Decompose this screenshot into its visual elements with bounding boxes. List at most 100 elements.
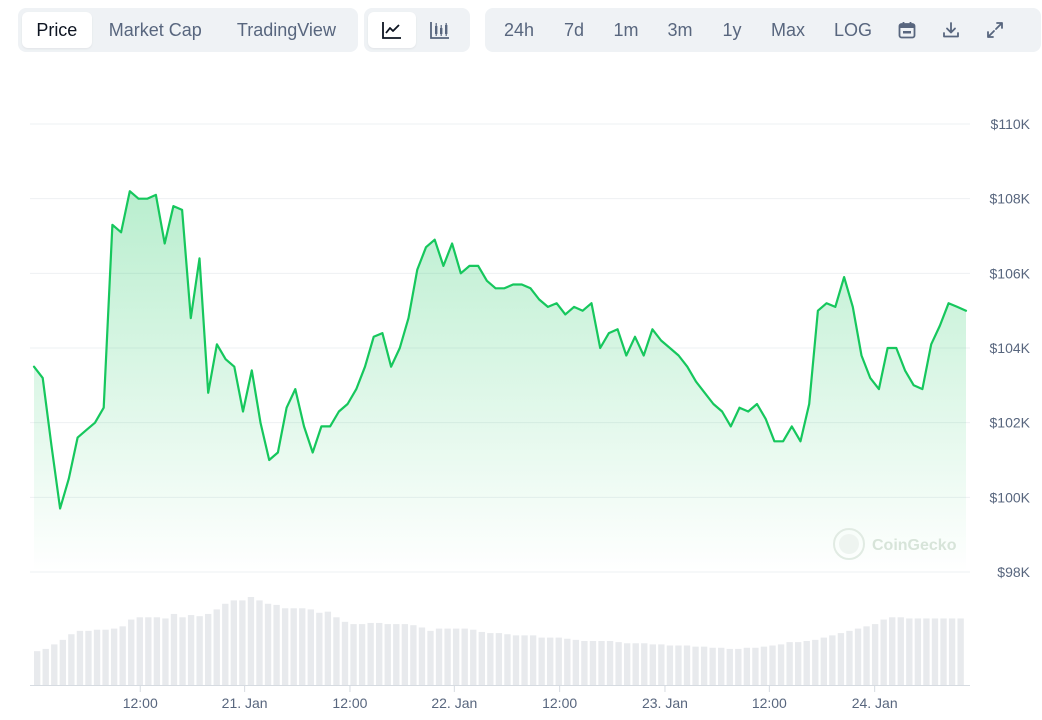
x-axis: 12:00 21. Jan 12:00 22. Jan 12:00 23. Jan 12:0…: [30, 685, 970, 711]
volume-bar: [931, 618, 939, 685]
volume-bar: [589, 641, 597, 685]
calendar-icon: [898, 22, 916, 39]
x-tick-label: 12:00: [752, 695, 787, 711]
candlestick-chart-icon: [430, 22, 449, 39]
volume-bar: [854, 628, 862, 685]
tab-price[interactable]: Price: [22, 12, 92, 48]
chart-tab-group: Price Market Cap TradingView: [18, 8, 358, 52]
tab-market-cap[interactable]: Market Cap: [92, 12, 219, 48]
volume-bar: [264, 603, 272, 685]
volume-bar: [743, 647, 751, 685]
x-tick-label: 21. Jan: [222, 695, 268, 711]
volume-bar: [598, 641, 605, 685]
volume-bar: [341, 621, 349, 685]
volume-bar: [196, 616, 203, 685]
range-1y-button[interactable]: 1y: [709, 12, 755, 48]
range-7d-button[interactable]: 7d: [547, 12, 601, 48]
volume-bar: [623, 643, 631, 685]
volume-bar: [794, 642, 802, 685]
volume-bar: [829, 635, 836, 685]
volume-bar: [247, 597, 255, 685]
volume-bar: [222, 603, 229, 685]
volume-bar: [110, 628, 118, 685]
volume-bar: [564, 638, 571, 685]
range-24h-button[interactable]: 24h: [491, 12, 547, 48]
volume-bar: [521, 635, 528, 685]
range-max-button[interactable]: Max: [755, 12, 821, 48]
volume-bar: [897, 617, 904, 685]
volume-bar: [418, 627, 426, 685]
volume-bar: [692, 646, 699, 685]
volume-bar: [529, 635, 537, 685]
log-scale-button[interactable]: LOG: [821, 12, 885, 48]
volume-bar: [452, 628, 460, 685]
volume-bar: [700, 646, 708, 685]
volume-bar: [504, 634, 511, 685]
volume-bar: [632, 643, 639, 685]
volume-bar: [384, 624, 391, 685]
volume-bars: [34, 597, 964, 685]
y-axis-labels: $110K $108K $106K $104K $102K $100K $98K: [990, 116, 1031, 580]
volume-bar: [85, 630, 92, 685]
volume-bar: [205, 613, 212, 685]
volume-bar: [735, 648, 742, 685]
volume-bar: [871, 624, 879, 685]
y-tick-label: $98K: [997, 564, 1030, 580]
x-tick-label: 22. Jan: [431, 695, 477, 711]
volume-bar: [136, 617, 143, 685]
volume-bar: [316, 612, 323, 685]
volume-bar: [769, 645, 776, 685]
price-area-fill: [34, 191, 966, 572]
volume-bar: [239, 600, 246, 685]
watermark-text: CoinGecko: [872, 537, 957, 554]
volume-bar: [786, 642, 793, 685]
volume-bar: [358, 624, 366, 685]
volume-bar: [119, 626, 126, 685]
volume-bar: [846, 630, 853, 685]
volume-bar: [102, 629, 109, 685]
volume-bar: [812, 639, 819, 685]
range-1m-button[interactable]: 1m: [601, 12, 651, 48]
volume-bar: [307, 609, 314, 685]
y-tick-label: $110K: [991, 116, 1031, 132]
calendar-button[interactable]: [885, 12, 929, 48]
volume-bar: [777, 644, 785, 685]
range-group: 24h 7d 1m 3m 1y Max LOG: [485, 8, 1041, 52]
x-tick-label: 12:00: [542, 695, 577, 711]
x-tick-label: 12:00: [123, 695, 158, 711]
volume-bar: [658, 644, 665, 685]
fullscreen-button[interactable]: [973, 12, 1017, 48]
candlestick-chart-button[interactable]: [416, 12, 464, 48]
volume-bar: [572, 639, 580, 685]
volume-bar: [93, 629, 101, 685]
line-chart-button[interactable]: [368, 12, 416, 48]
volume-bar: [230, 600, 238, 685]
volume-bar: [478, 631, 485, 685]
volume-bar: [324, 611, 332, 685]
volume-bar: [68, 634, 75, 685]
download-icon: [943, 22, 959, 38]
download-button[interactable]: [929, 12, 973, 48]
price-chart[interactable]: $110K $108K $106K $104K $102K $100K $98K CoinG…: [0, 60, 1042, 720]
volume-bar: [170, 613, 178, 685]
volume-bar: [906, 618, 913, 685]
expand-icon: [987, 22, 1003, 38]
volume-bar: [256, 600, 263, 685]
y-tick-label: $100K: [990, 489, 1031, 505]
volume-bar: [162, 618, 169, 685]
volume-bar: [487, 633, 494, 685]
volume-bar: [555, 637, 562, 685]
volume-bar: [435, 628, 443, 685]
tab-tradingview[interactable]: TradingView: [219, 12, 354, 48]
volume-bar: [128, 619, 135, 685]
x-tick-label: 23. Jan: [642, 695, 688, 711]
volume-bar: [666, 645, 674, 685]
volume-bar: [444, 628, 451, 685]
volume-bar: [42, 648, 49, 685]
volume-bar: [726, 648, 733, 685]
volume-bar: [273, 604, 280, 685]
volume-bar: [675, 645, 682, 685]
volume-bar: [889, 617, 896, 685]
volume-bar: [538, 637, 545, 685]
range-3m-button[interactable]: 3m: [651, 12, 709, 48]
